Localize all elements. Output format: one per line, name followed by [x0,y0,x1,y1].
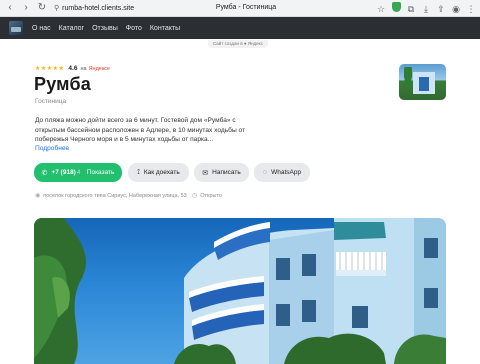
profile-icon[interactable]: ◉ [451,3,461,15]
nav-item-catalog[interactable]: Каталог [59,25,84,32]
page-tab-title: Румба - Гостиница [215,4,277,11]
route-label: Как доехать [143,169,180,176]
address[interactable]: ◉ поселок городского типа Сириус, Набере… [35,192,187,200]
whatsapp-icon: ◌ [262,169,268,176]
business-category: Гостиница [35,98,67,105]
show-phone-label: Показать [86,169,115,176]
nav-item-contacts[interactable]: Контакты [150,25,180,32]
site-logo[interactable] [9,21,23,35]
site-info-icon[interactable]: ⚲ [54,4,59,12]
call-button[interactable]: ✆ +7 (918) 4 Показать [34,163,122,182]
location-pin-icon: ◉ [35,193,41,199]
address-bar[interactable]: ⚲ rumba-hotel.clients.site [54,2,134,15]
download-icon[interactable]: ⤓ [421,3,431,15]
whatsapp-button[interactable]: ◌ WhatsApp [254,163,310,182]
back-icon[interactable]: ‹ [4,2,16,14]
whatsapp-label: WhatsApp [271,169,302,176]
more-link[interactable]: Подробнее [35,145,69,152]
rating-value: 4.6 [68,65,78,72]
write-label: Написать [212,169,241,176]
address-text: поселок городского типа Сириус, Набережн… [43,192,187,199]
extensions-icon[interactable]: ⧉ [406,3,416,15]
phone-icon: ✆ [41,169,48,177]
hotel-building-illustration [34,218,446,364]
route-button[interactable]: ⟟ Как доехать [128,163,189,182]
business-description: До пляжа можно дойти всего за 6 минут. Г… [35,117,246,143]
phone-number: +7 (918) [51,169,76,176]
phone-number-hidden: 4 [76,169,82,176]
nav-item-about[interactable]: О нас [32,25,51,32]
address-bar-url: rumba-hotel.clients.site [62,4,135,12]
page-title: Румба [34,74,91,94]
made-with-yandex-badge[interactable]: Сайт создан в ● Яндекс [208,40,268,48]
opening-status-text: Открыто [200,192,222,199]
bookmark-star-icon[interactable]: ☆ [376,3,386,15]
reload-icon[interactable]: ↻ [36,2,48,14]
share-icon[interactable]: ⇪ [436,3,446,15]
hotel-photo[interactable] [34,218,446,364]
business-thumbnail[interactable] [399,64,446,100]
clock-icon: ◷ [192,193,198,199]
rating-source: Яндексе [88,65,111,72]
route-icon: ⟟ [137,168,140,176]
nav-item-photos[interactable]: Фото [126,25,142,32]
site-header: О нас Каталог Отзывы Фото Контакты [0,17,480,39]
rating-row[interactable]: ★★★★★ 4.6 на Яндексе [35,65,110,72]
browser-toolbar: ‹ › ↻ ⚲ rumba-hotel.clients.site Румба -… [0,0,480,17]
nav-item-reviews[interactable]: Отзывы [92,25,118,32]
forward-icon[interactable]: › [20,2,32,14]
extension-shield-icon[interactable] [391,2,401,15]
opening-status[interactable]: ◷ Открыто [192,192,222,200]
rating-stars: ★★★★★ [35,66,65,72]
menu-icon[interactable]: ⋮ [466,3,476,15]
rating-on-label: на [80,65,87,72]
write-button[interactable]: ✉ Написать [194,163,249,182]
mail-icon: ✉ [202,169,209,177]
